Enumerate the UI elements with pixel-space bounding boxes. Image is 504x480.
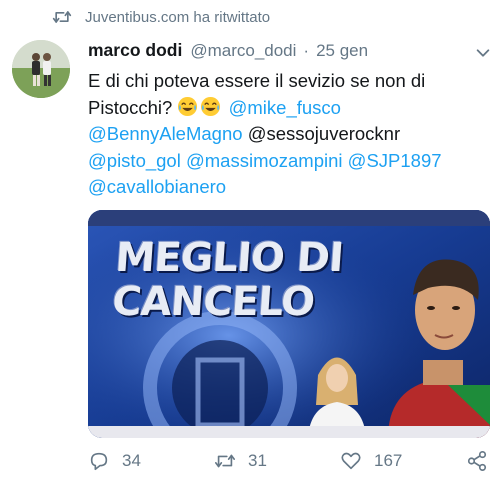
retweet-button[interactable]: 31 (214, 450, 267, 472)
retweet-header-text: Juventibus.com ha ritwittato (85, 8, 271, 26)
retweet-header[interactable]: Juventibus.com ha ritwittato (52, 8, 270, 26)
mention-link[interactable]: @BennyAleMagno (88, 123, 243, 144)
tweet-actions: 34 31 167 (88, 450, 492, 474)
tweet-card[interactable]: Juventibus.com ha ritwittato marco dodi … (0, 0, 504, 480)
tweet-date[interactable]: 25 gen (316, 41, 368, 61)
share-icon (467, 451, 487, 471)
author-handle[interactable]: @marco_dodi (190, 41, 296, 61)
media-caption-line: MEGLIO DI (113, 235, 345, 281)
face-with-tears-of-joy-icon (200, 96, 221, 117)
plain-handle: @sessojuverocknr (247, 123, 401, 144)
like-count: 167 (374, 451, 403, 470)
author-line: marco dodi @marco_dodi · 25 gen (88, 40, 368, 61)
mention-link[interactable]: @cavallobianero (88, 176, 226, 197)
reply-button[interactable]: 34 (88, 450, 141, 472)
reply-count: 34 (122, 451, 141, 470)
tweet-text: E di chi poteva essere il sevizio se non… (88, 68, 488, 201)
avatar[interactable] (12, 40, 70, 98)
media-caption-line: CANCELO (110, 279, 316, 325)
mention-link[interactable]: @pisto_gol (88, 150, 181, 171)
mention-link[interactable]: @SJP1897 (348, 150, 442, 171)
like-button[interactable]: 167 (340, 450, 402, 472)
mention-link[interactable]: @massimozampini (186, 150, 343, 171)
face-with-tears-of-joy-icon (177, 96, 198, 117)
retweet-count: 31 (248, 451, 267, 470)
heart-icon (341, 452, 361, 470)
reply-icon (90, 452, 108, 471)
tweet-media-image[interactable]: MEGLIO DI CANCELO (88, 210, 490, 438)
author-name[interactable]: marco dodi (88, 40, 182, 61)
chevron-down-icon[interactable] (474, 44, 492, 62)
retweet-icon (215, 454, 235, 468)
retweet-icon (52, 8, 72, 26)
separator-dot: · (303, 41, 310, 60)
share-button[interactable] (466, 450, 488, 472)
media-caption: MEGLIO DI CANCELO (110, 235, 345, 325)
mention-link[interactable]: @mike_fusco (229, 97, 341, 118)
